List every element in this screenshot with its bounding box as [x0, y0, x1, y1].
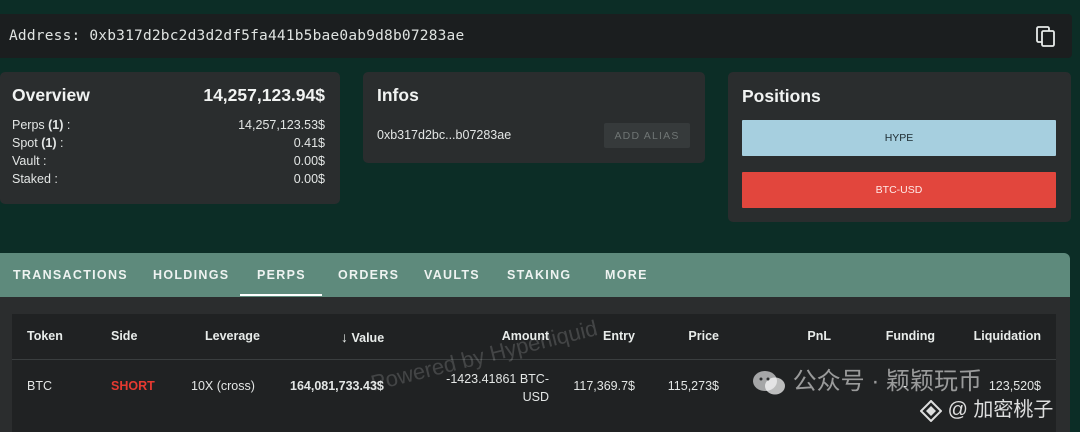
active-tab-indicator: [240, 294, 322, 296]
positions-title: Positions: [742, 86, 821, 106]
diamond-icon: [919, 399, 943, 423]
infos-card: Infos 0xb317d2bc...b07283ae ADD ALIAS: [363, 72, 705, 163]
positions-card: Positions HYPE BTC-USD: [728, 72, 1071, 222]
wechat-icon: [753, 370, 785, 395]
infos-title: Infos: [377, 85, 419, 105]
add-alias-button[interactable]: ADD ALIAS: [604, 123, 690, 148]
tab-more[interactable]: MORE: [605, 253, 648, 297]
infos-short-address: 0xb317d2bc...b07283ae: [377, 128, 512, 142]
cell-entry: 117,369.7$: [573, 379, 635, 393]
col-header-funding[interactable]: Funding: [886, 329, 935, 343]
overview-card: Overview 14,257,123.94$ Perps (1) : 14,2…: [0, 72, 340, 204]
overview-row-vault: Vault : 0.00$: [12, 154, 325, 168]
col-header-entry[interactable]: Entry: [603, 329, 635, 343]
col-header-token[interactable]: Token: [27, 329, 63, 343]
cell-side: SHORT: [111, 379, 155, 393]
tab-holdings[interactable]: HOLDINGS: [153, 253, 229, 297]
copy-icon[interactable]: [1036, 26, 1056, 48]
overview-row-staked: Staked : 0.00$: [12, 172, 325, 186]
tab-orders[interactable]: ORDERS: [338, 253, 399, 297]
overview-row-perps: Perps (1) : 14,257,123.53$: [12, 118, 325, 132]
cell-liquidation: 123,520$: [988, 379, 1041, 393]
perps-table-panel: Token Side Leverage ↓ Value Amount Entry…: [0, 297, 1070, 432]
tab-bar: TRANSACTIONS HOLDINGS PERPS ORDERS VAULT…: [0, 253, 1070, 297]
header-divider: [12, 359, 1056, 360]
tab-perps[interactable]: PERPS: [257, 253, 306, 297]
col-header-pnl[interactable]: PnL: [807, 329, 831, 343]
address-text: Address: 0xb317d2bc2d3d2df5fa441b5bae0ab…: [9, 28, 465, 44]
cell-amount: -1423.41861 BTC- USD: [446, 372, 549, 404]
wechat-watermark-line2: @ 加密桃子: [919, 393, 1053, 423]
tab-staking[interactable]: STAKING: [507, 253, 571, 297]
col-header-leverage[interactable]: Leverage: [205, 329, 260, 343]
col-header-value[interactable]: ↓ Value: [341, 329, 384, 345]
cell-token: BTC: [27, 379, 52, 393]
cell-leverage: 10X (cross): [191, 379, 255, 393]
col-header-side[interactable]: Side: [111, 329, 137, 343]
col-header-price[interactable]: Price: [688, 329, 719, 343]
position-btc-usd-button[interactable]: BTC-USD: [742, 172, 1056, 208]
cell-price: 115,273$: [667, 379, 719, 393]
sort-arrow-icon: ↓: [341, 329, 348, 345]
tab-transactions[interactable]: TRANSACTIONS: [13, 253, 128, 297]
overview-total: 14,257,123.94$: [203, 85, 325, 105]
col-header-liquidation[interactable]: Liquidation: [974, 329, 1041, 343]
position-hype-button[interactable]: HYPE: [742, 120, 1056, 156]
overview-row-spot: Spot (1) : 0.41$: [12, 136, 325, 150]
address-bar: Address: 0xb317d2bc2d3d2df5fa441b5bae0ab…: [0, 14, 1072, 58]
tab-vaults[interactable]: VAULTS: [424, 253, 480, 297]
overview-title: Overview: [12, 85, 90, 105]
